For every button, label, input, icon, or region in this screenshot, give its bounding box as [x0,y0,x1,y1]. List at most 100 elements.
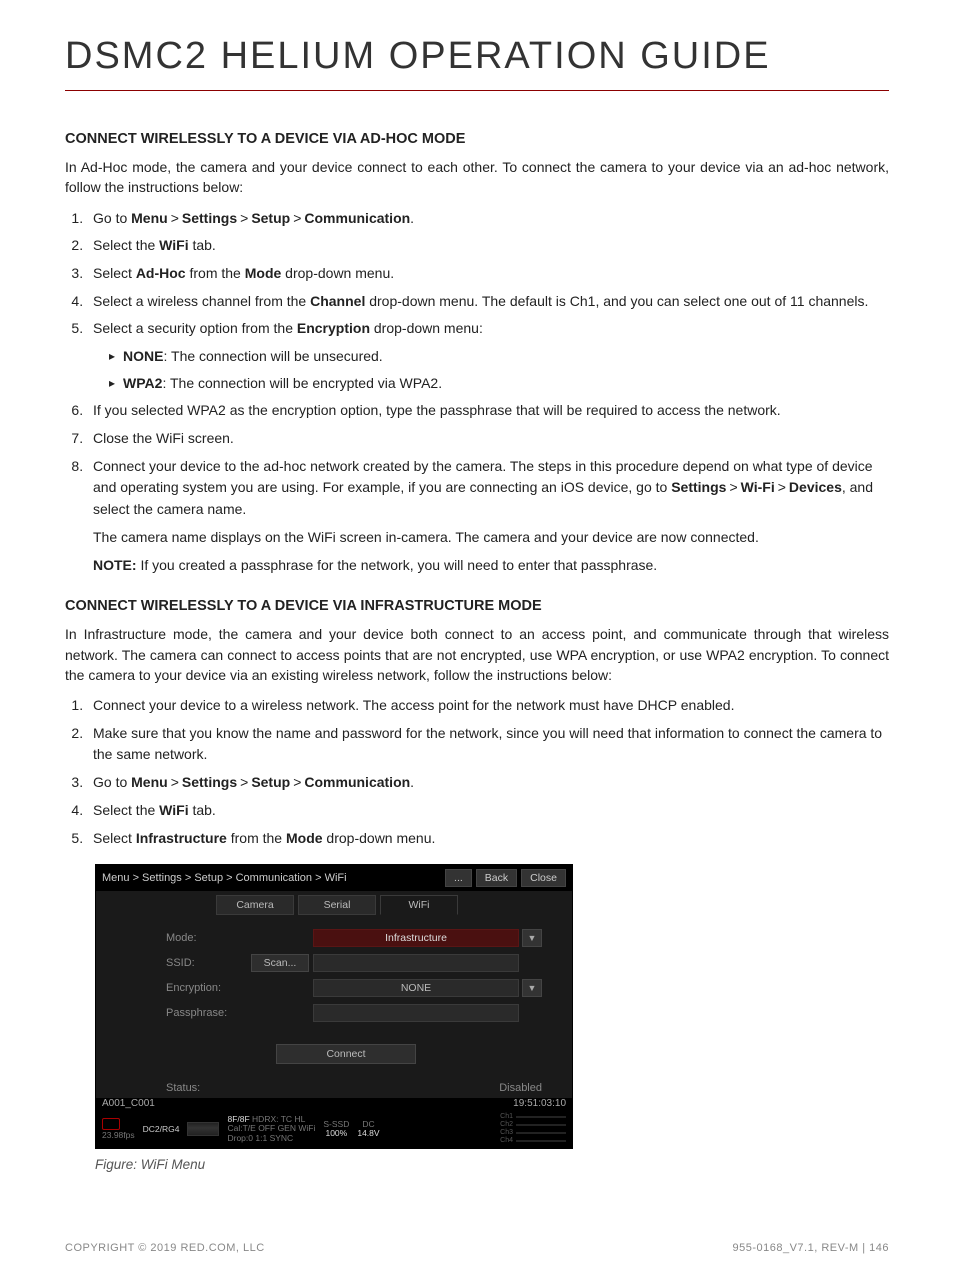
cam-mode-value[interactable]: Infrastructure [313,929,519,947]
cam-8f: 8F/8F [227,1114,249,1124]
cam-tab-serial[interactable]: Serial [298,895,376,915]
cam-pass-field[interactable] [313,1004,519,1022]
s1-step1: Go to Menu>Settings>Setup>Communication. [87,208,889,230]
cam-footer: 23.98fps DC2/RG4 8F/8F HDRX: TC HL Cal:T… [96,1111,572,1148]
s1-step5-pre: Select a security option from the [93,320,297,336]
s1-step3-post: drop-down menu. [281,265,394,281]
s1-step7: Close the WiFi screen. [87,428,889,450]
cam-dc: 14.8V [357,1129,379,1138]
s1-step1-pre: Go to [93,210,131,226]
s1-step8-wifi: Wi-Fi [741,479,775,495]
s2-step5-post: drop-down menu. [323,830,436,846]
cam-connect-button[interactable]: Connect [276,1044,416,1064]
cam-ch3: Ch3 [500,1129,513,1136]
s1-step2-post: tab. [189,237,216,253]
cam-gen: GEN [278,1123,296,1133]
s1-step2: Select the WiFi tab. [87,235,889,257]
cam-ssid-field[interactable] [313,954,519,972]
s2-mode: Mode [286,830,323,846]
s1-note-b: NOTE: [93,557,137,573]
s1-adhoc: Ad-Hoc [136,265,186,281]
cam-close-button[interactable]: Close [521,869,566,887]
s1-step8-p2: The camera name displays on the WiFi scr… [93,527,889,549]
s2-menu: Menu [131,774,168,790]
cam-tc: TC [281,1114,292,1124]
s2-step5-mid: from the [227,830,286,846]
cam-status-value: Disabled [499,1082,542,1094]
s2-step1: Connect your device to a wireless networ… [87,695,889,717]
s1-step5: Select a security option from the Encryp… [87,318,889,394]
page-title: DSMC2 HELIUM OPERATION GUIDE [65,35,889,78]
cam-hdrx-l: HDRX: [252,1114,278,1124]
cam-ch2: Ch2 [500,1121,513,1128]
cam-scan-button[interactable]: Scan... [251,954,309,972]
cam-tab-wifi[interactable]: WiFi [380,895,458,915]
s1-setup: Setup [251,210,290,226]
cam-breadcrumb: Menu > Settings > Setup > Communication … [102,872,441,884]
s1-step4-post: drop-down menu. The default is Ch1, and … [365,293,868,309]
cam-dots-button[interactable]: ... [445,869,472,887]
s1-bullet-wpa2: WPA2: The connection will be encrypted v… [109,373,889,395]
s1-step5-post: drop-down menu: [370,320,483,336]
cam-drop: Drop:0 [227,1133,253,1143]
s1-enc: Encryption [297,320,370,336]
cam-enc-label: Encryption: [166,982,251,994]
section1-list: Go to Menu>Settings>Setup>Communication.… [87,208,889,577]
cam-cal: Cal:T/E [227,1123,255,1133]
cam-mode-label: Mode: [166,932,251,944]
s1-channel: Channel [310,293,365,309]
s1-step2-pre: Select the [93,237,159,253]
s2-step3: Go to Menu>Settings>Setup>Communication. [87,772,889,794]
cam-ratio: 1:1 [255,1133,267,1143]
cam-ch4: Ch4 [500,1137,513,1144]
cam-clip: A001_C001 [102,1098,155,1109]
section2-list: Connect your device to a wireless networ… [87,695,889,849]
bullet-none-t: : The connection will be unsecured. [163,348,382,364]
cam-ssid-label: SSID: [166,957,251,969]
bullet-wpa2-b: WPA2 [123,375,162,391]
s1-menu: Menu [131,210,168,226]
s1-settings: Settings [182,210,237,226]
histogram-icon [187,1122,219,1136]
s1-comm: Communication [304,210,410,226]
s1-wifi: WiFi [159,237,188,253]
s1-step8: Connect your device to the ad-hoc networ… [87,456,889,576]
title-divider [65,90,889,91]
bullet-wpa2-t: : The connection will be encrypted via W… [162,375,442,391]
cam-off: OFF [258,1123,275,1133]
cam-ssd-l: S-SSD [323,1120,349,1129]
cam-tab-camera[interactable]: Camera [216,895,294,915]
cam-hl: HL [294,1114,305,1124]
cam-back-button[interactable]: Back [476,869,517,887]
cam-enc-value[interactable]: NONE [313,979,519,997]
cam-pass-label: Passphrase: [166,1007,251,1019]
s2-step5: Select Infrastructure from the Mode drop… [87,828,889,850]
section1-intro: In Ad-Hoc mode, the camera and your devi… [65,157,889,198]
s2-step3-pre: Go to [93,774,131,790]
chevron-down-icon[interactable]: ▼ [522,979,542,997]
s1-step3-mid: from the [186,265,245,281]
s2-settings: Settings [182,774,237,790]
cam-timecode: 19:51:03:10 [513,1098,566,1109]
s2-wifi: WiFi [159,802,188,818]
cam-sync: SYNC [270,1133,294,1143]
record-icon [102,1118,120,1130]
s1-step8-devices: Devices [789,479,842,495]
section2-intro: In Infrastructure mode, the camera and y… [65,624,889,685]
s1-note-t: If you created a passphrase for the netw… [137,557,658,573]
cam-color: DC2/RG4 [143,1124,180,1134]
cam-wifi-ind: WiFi [298,1123,315,1133]
cam-dc-l: DC [357,1120,379,1129]
cam-fps: 23.98fps [102,1131,135,1140]
s1-bullet-none: NONE: The connection will be unsecured. [109,346,889,368]
chevron-down-icon[interactable]: ▼ [522,929,542,947]
footer-docid: 955-0168_V7.1, REV-M | 146 [732,1242,889,1254]
camera-screenshot: Menu > Settings > Setup > Communication … [95,864,573,1149]
cam-ssd: 100% [323,1129,349,1138]
footer-copyright: COPYRIGHT © 2019 RED.COM, LLC [65,1242,265,1254]
s1-step3: Select Ad-Hoc from the Mode drop-down me… [87,263,889,285]
s2-infra: Infrastructure [136,830,227,846]
s2-step4-post: tab. [189,802,216,818]
section1-heading: CONNECT WIRELESSLY TO A DEVICE VIA AD-HO… [65,131,889,147]
s2-step4: Select the WiFi tab. [87,800,889,822]
